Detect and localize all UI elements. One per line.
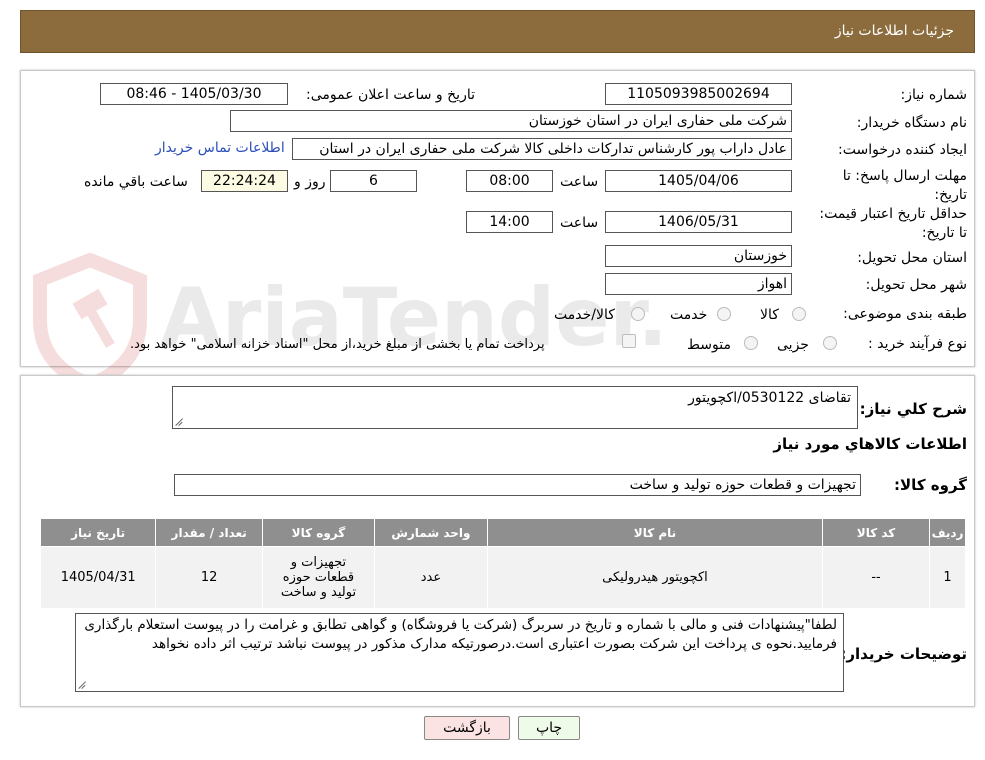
col-row-header: ردیف	[929, 518, 966, 547]
remaining-time-field: 22:24:24	[201, 170, 288, 192]
process-minor-radio[interactable]	[823, 336, 837, 350]
city-field: اهواز	[605, 273, 792, 295]
buyer-notes-text: لطفا"پیشنهادات فنی و مالی با شماره و تار…	[84, 617, 837, 652]
process-minor-label: جزیی	[777, 337, 809, 353]
days-label: روز و	[294, 174, 326, 190]
creator-label: ایجاد کننده درخواست:	[838, 142, 967, 158]
buyer-org-field: شرکت ملی حفاری ایران در استان خوزستان	[230, 110, 792, 132]
province-field: خوزستان	[605, 245, 792, 267]
creator-field: عادل داراب پور کارشناس تدارکات داخلی کال…	[292, 138, 792, 160]
announce-label: تاریخ و ساعت اعلان عمومی:	[306, 87, 475, 103]
category-service-radio[interactable]	[717, 307, 731, 321]
goods-table: ردیف کد کالا نام کالا واحد شمارش گروه کا…	[39, 518, 966, 609]
process-medium-radio[interactable]	[744, 336, 758, 350]
cell-row: 1	[929, 546, 966, 609]
description-text: تقاضای 0530122/اکچویتور	[688, 390, 851, 406]
city-label: شهر محل تحویل:	[865, 277, 967, 293]
deadline-time-label: ساعت	[560, 174, 599, 190]
cell-group: تجهیزات و قطعات حوزه تولید و ساخت	[262, 546, 375, 609]
category-label: طبقه بندی موضوعی:	[843, 306, 967, 322]
cell-code: --	[821, 546, 931, 609]
process-label: نوع فرآیند خرید :	[868, 336, 967, 352]
goods-group-label: گروه کالا:	[894, 476, 967, 494]
back-button[interactable]: بازگشت	[424, 716, 510, 740]
goods-table-header: ردیف کد کالا نام کالا واحد شمارش گروه کا…	[39, 518, 966, 547]
page-title: جزئیات اطلاعات نیاز	[834, 23, 954, 39]
cell-unit: عدد	[373, 546, 488, 609]
cell-name: اکچویتور هیدرولیکی	[486, 546, 824, 609]
category-goods-label: کالا	[760, 307, 779, 323]
goods-section-title: اطلاعات کالاهاي مورد نياز	[773, 435, 967, 453]
deadline-time-field: 08:00	[466, 170, 553, 192]
treasury-payment-label: پرداخت تمام یا بخشی از مبلغ خرید،از محل …	[130, 337, 545, 352]
buyer-notes-field: لطفا"پیشنهادات فنی و مالی با شماره و تار…	[75, 613, 844, 692]
col-code-header: کد کالا	[821, 518, 931, 547]
col-qty-header: تعداد / مقدار	[155, 518, 264, 547]
deadline-label: مهلت ارسال پاسخ: تا تاریخ:	[842, 168, 967, 203]
cell-qty: 12	[155, 546, 264, 609]
process-medium-label: متوسط	[687, 337, 731, 353]
remaining-days-field: 6	[330, 170, 417, 192]
province-label: استان محل تحویل:	[857, 250, 967, 266]
buyer-notes-label: توضیحات خریدار:	[840, 645, 967, 663]
page-header: جزئیات اطلاعات نیاز	[20, 10, 975, 53]
col-group-header: گروه کالا	[262, 518, 375, 547]
treasury-payment-checkbox[interactable]	[622, 334, 636, 348]
deadline-date-field: 1405/04/06	[605, 170, 792, 192]
goods-group-field: تجهیزات و قطعات حوزه تولید و ساخت	[174, 474, 861, 496]
category-both-label: کالا/خدمت	[554, 307, 615, 323]
description-label: شرح كلي نياز:	[859, 400, 967, 418]
description-field: تقاضای 0530122/اکچویتور	[172, 386, 858, 429]
col-unit-header: واحد شمارش	[373, 518, 488, 547]
validity-date-field: 1406/05/31	[605, 211, 792, 233]
need-number-label: شماره نیاز:	[900, 87, 968, 103]
category-service-label: خدمت	[670, 307, 708, 323]
buyer-contact-link[interactable]: اطلاعات تماس خریدار	[155, 140, 285, 156]
col-name-header: نام کالا	[486, 518, 824, 547]
remaining-label: ساعت باقي مانده	[84, 174, 188, 190]
col-date-header: تاریخ نیاز	[39, 518, 157, 547]
announce-datetime-field: 1405/03/30 - 08:46	[100, 83, 288, 105]
validity-time-field: 14:00	[466, 211, 553, 233]
need-number-field: 1105093985002694	[605, 83, 792, 105]
cell-date: 1405/04/31	[39, 546, 157, 609]
print-button[interactable]: چاپ	[518, 716, 580, 740]
validity-label: حداقل تاریخ اعتبار قیمت: تا تاریخ:	[819, 206, 967, 241]
category-goods-radio[interactable]	[792, 307, 806, 321]
buyer-org-label: نام دستگاه خریدار:	[856, 115, 967, 131]
resize-grip-icon[interactable]	[79, 681, 87, 689]
category-both-radio[interactable]	[631, 307, 645, 321]
validity-time-label: ساعت	[560, 215, 599, 231]
table-row: 1 -- اکچویتور هیدرولیکی عدد تجهیزات و قط…	[39, 546, 966, 609]
resize-grip-icon[interactable]	[176, 418, 184, 426]
